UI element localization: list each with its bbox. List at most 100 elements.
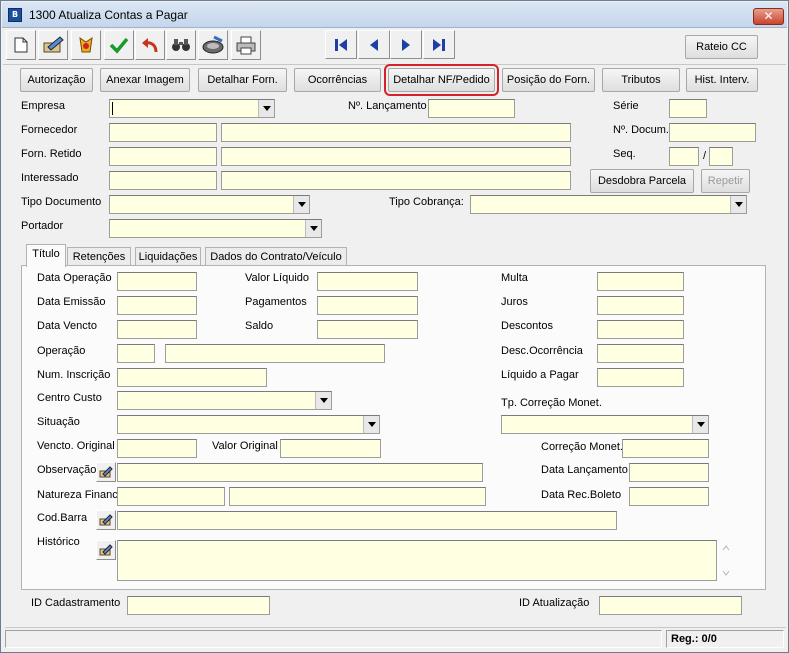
interessado-code-field[interactable]: [109, 171, 217, 190]
chevron-down-icon[interactable]: [293, 196, 309, 213]
chevron-down-icon[interactable]: [315, 392, 331, 409]
rateio-cc-button[interactable]: Rateio CC: [685, 35, 758, 59]
valor-original-label: Valor Original: [212, 440, 278, 452]
detalhar-nf-pedido-button[interactable]: Detalhar NF/Pedido: [384, 64, 499, 96]
tab-titulo[interactable]: Título: [26, 244, 66, 267]
n-lancamento-field[interactable]: [428, 99, 515, 118]
last-record-icon[interactable]: [423, 30, 455, 59]
natureza-financ-desc-field[interactable]: [229, 487, 486, 506]
chevron-down-icon[interactable]: [258, 100, 274, 117]
confirm-check-icon[interactable]: [104, 30, 134, 60]
desdobra-parcela-button[interactable]: Desdobra Parcela: [590, 169, 694, 193]
save-disk-icon[interactable]: [198, 30, 228, 60]
first-record-icon[interactable]: [325, 30, 357, 59]
natureza-financ-label: Natureza Financ.: [37, 489, 121, 501]
valor-original-field[interactable]: [280, 439, 381, 458]
forn-retido-code-field[interactable]: [109, 147, 217, 166]
cod-barra-field[interactable]: [117, 511, 617, 530]
ocorrencias-button[interactable]: Ocorrências: [294, 68, 381, 92]
close-button[interactable]: ✕: [753, 8, 784, 25]
fornecedor-label: Fornecedor: [21, 124, 78, 136]
chevron-down-icon[interactable]: [363, 416, 379, 433]
data-rec-boleto-field[interactable]: [629, 487, 709, 506]
correcao-monet-field[interactable]: [622, 439, 709, 458]
observacao-field[interactable]: [117, 463, 483, 482]
title-bar: B 1300 Atualiza Contas a Pagar ✕: [2, 2, 787, 28]
interessado-name-field[interactable]: [221, 171, 571, 190]
multa-field[interactable]: [597, 272, 684, 291]
toolbar: Rateio CC: [3, 29, 786, 65]
anexar-imagem-button[interactable]: Anexar Imagem: [100, 68, 190, 92]
desc-ocorrencia-field[interactable]: [597, 344, 684, 363]
tab-dados-contrato[interactable]: Dados do Contrato/Veículo: [205, 247, 347, 267]
id-atualizacao-field[interactable]: [599, 596, 742, 615]
portador-select[interactable]: [109, 219, 322, 238]
observacao-edit-icon[interactable]: [96, 462, 116, 482]
pagamentos-field[interactable]: [317, 296, 418, 315]
posicao-forn-button[interactable]: Posição do Forn.: [502, 68, 595, 92]
tipo-documento-select[interactable]: [109, 195, 310, 214]
cod-barra-edit-icon[interactable]: [96, 510, 116, 530]
cancel-icon[interactable]: [71, 30, 101, 60]
num-inscricao-label: Num. Inscrição: [37, 369, 111, 381]
saldo-label: Saldo: [245, 320, 274, 332]
vencto-original-field[interactable]: [117, 439, 197, 458]
print-icon[interactable]: [231, 30, 261, 60]
repetir-button[interactable]: Repetir: [701, 169, 750, 193]
data-operacao-label: Data Operação: [37, 272, 112, 284]
tp-correcao-select[interactable]: [501, 415, 709, 434]
id-cadastramento-label: ID Cadastramento: [31, 597, 121, 609]
empresa-select[interactable]: [109, 99, 275, 118]
situacao-select[interactable]: [117, 415, 380, 434]
chevron-down-icon[interactable]: [692, 416, 708, 433]
historico-textarea[interactable]: [117, 540, 717, 581]
operacao-code-field[interactable]: [117, 344, 155, 363]
detalhar-forn-button[interactable]: Detalhar Forn.: [198, 68, 287, 92]
tab-retencoes[interactable]: Retenções: [67, 247, 131, 267]
autorizacao-button[interactable]: Autorização: [20, 68, 93, 92]
valor-liquido-field[interactable]: [317, 272, 418, 291]
data-vencto-field[interactable]: [117, 320, 197, 339]
historico-edit-icon[interactable]: [96, 540, 116, 560]
seq-field[interactable]: [669, 147, 699, 166]
forn-retido-label: Forn. Retido: [21, 148, 82, 160]
fornecedor-code-field[interactable]: [109, 123, 217, 142]
natureza-financ-code-field[interactable]: [117, 487, 225, 506]
operacao-desc-field[interactable]: [165, 344, 385, 363]
previous-record-icon[interactable]: [358, 30, 390, 59]
desc-ocorrencia-label: Desc.Ocorrência: [501, 345, 583, 357]
num-inscricao-field[interactable]: [117, 368, 267, 387]
historico-scrollbar[interactable]: [720, 542, 732, 580]
saldo-field[interactable]: [317, 320, 418, 339]
tab-liquidacoes[interactable]: Liquidações: [135, 247, 201, 267]
seq-total-field[interactable]: [709, 147, 733, 166]
data-operacao-field[interactable]: [117, 272, 197, 291]
tributos-button[interactable]: Tributos: [602, 68, 680, 92]
record-counter: Reg.: 0/0: [666, 630, 784, 648]
data-emissao-label: Data Emissão: [37, 296, 106, 308]
find-binoculars-icon[interactable]: [166, 30, 196, 60]
tipo-cobranca-select[interactable]: [470, 195, 747, 214]
fornecedor-name-field[interactable]: [221, 123, 571, 142]
n-docum-label: Nº. Docum.: [613, 124, 669, 136]
tipo-cobranca-label: Tipo Cobrança:: [389, 196, 464, 208]
juros-field[interactable]: [597, 296, 684, 315]
forn-retido-name-field[interactable]: [221, 147, 571, 166]
data-lancamento-field[interactable]: [629, 463, 709, 482]
juros-label: Juros: [501, 296, 528, 308]
next-record-icon[interactable]: [390, 30, 422, 59]
serie-field[interactable]: [669, 99, 707, 118]
edit-icon[interactable]: [38, 30, 68, 60]
id-cadastramento-field[interactable]: [127, 596, 270, 615]
hist-interv-button[interactable]: Hist. Interv.: [686, 68, 758, 92]
n-docum-field[interactable]: [669, 123, 756, 142]
centro-custo-select[interactable]: [117, 391, 332, 410]
descontos-field[interactable]: [597, 320, 684, 339]
undo-icon[interactable]: [135, 30, 165, 60]
chevron-down-icon[interactable]: [730, 196, 746, 213]
liquido-pagar-field[interactable]: [597, 368, 684, 387]
vencto-original-label: Vencto. Original: [37, 440, 115, 452]
chevron-down-icon[interactable]: [305, 220, 321, 237]
data-emissao-field[interactable]: [117, 296, 197, 315]
new-document-icon[interactable]: [6, 30, 36, 60]
